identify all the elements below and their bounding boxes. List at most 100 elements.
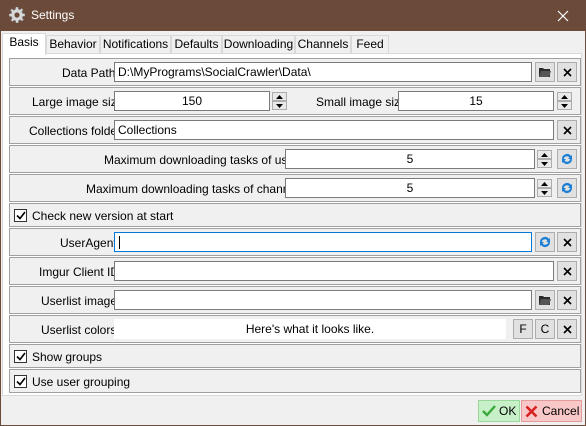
data-path-row: Data Path D:\MyPrograms\SocialCrawler\Da… — [9, 58, 581, 86]
imgur-client-id-input[interactable] — [114, 261, 554, 281]
show-groups-label: Show groups — [32, 350, 103, 364]
clear-icon — [562, 125, 572, 135]
reset-user-agent-button[interactable] — [535, 232, 555, 252]
clear-userlist-colors-button[interactable] — [557, 319, 577, 339]
checkmark-icon — [15, 211, 26, 220]
max-tasks-users-row: Maximum downloading tasks of users 5 — [9, 145, 581, 173]
user-agent-label: UserAgent — [60, 236, 117, 250]
folder-open-icon — [539, 296, 551, 305]
refresh-icon — [562, 183, 572, 193]
userlist-colors-label: Userlist colors — [41, 323, 117, 337]
max-tasks-users-stepper[interactable] — [537, 150, 552, 168]
imgur-client-id-row: Imgur Client ID — [9, 257, 581, 285]
refresh-icon — [540, 237, 550, 247]
reset-max-tasks-channels-button[interactable] — [557, 178, 577, 198]
tab-defaults[interactable]: Defaults — [171, 35, 222, 54]
use-user-grouping-checkbox[interactable] — [14, 375, 27, 388]
spin-down-button[interactable] — [272, 101, 287, 110]
large-image-size-input[interactable]: 150 — [114, 91, 270, 111]
tab-feed[interactable]: Feed — [351, 35, 389, 54]
check-new-version-checkbox[interactable] — [14, 209, 27, 222]
spin-up-button[interactable] — [537, 150, 552, 159]
browse-userlist-image-button[interactable] — [535, 290, 555, 310]
tab-downloading[interactable]: Downloading — [222, 35, 295, 54]
reset-max-tasks-users-button[interactable] — [557, 149, 577, 169]
imgur-client-id-label: Imgur Client ID — [39, 265, 120, 279]
back-color-button[interactable]: C — [535, 319, 555, 339]
show-groups-checkbox[interactable] — [14, 350, 27, 363]
large-image-size-stepper[interactable] — [272, 92, 287, 110]
clear-userlist-image-button[interactable] — [557, 290, 577, 310]
check-new-version-row[interactable]: Check new version at start — [9, 203, 581, 227]
fore-color-button[interactable]: F — [513, 319, 533, 339]
close-window-button[interactable] — [540, 0, 586, 31]
collections-folder-label: Collections folder — [29, 124, 122, 138]
data-path-label: Data Path — [62, 66, 116, 80]
spin-up-button[interactable] — [557, 92, 572, 101]
tab-behavior[interactable]: Behavior — [46, 35, 100, 54]
small-image-size-input[interactable]: 15 — [398, 91, 554, 111]
spin-down-button[interactable] — [537, 159, 552, 168]
clear-user-agent-button[interactable] — [557, 232, 577, 252]
cancel-button-label: Cancel — [542, 404, 580, 418]
max-tasks-users-input[interactable]: 5 — [285, 149, 535, 169]
chevron-down-icon — [561, 103, 568, 108]
checkmark-icon — [15, 377, 26, 386]
userlist-image-input[interactable] — [114, 290, 532, 310]
userlist-colors-row: Userlist colors Here's what it looks lik… — [9, 315, 581, 343]
user-agent-input[interactable] — [114, 232, 532, 252]
checkmark-icon — [482, 405, 496, 417]
close-icon — [557, 10, 569, 21]
clear-icon — [562, 266, 572, 276]
ok-button-label: OK — [499, 404, 517, 418]
max-tasks-users-label: Maximum downloading tasks of users — [104, 153, 305, 167]
tab-notifications[interactable]: Notifications — [100, 35, 171, 54]
user-agent-row: UserAgent — [9, 228, 581, 256]
browse-folder-button[interactable] — [535, 62, 555, 82]
clear-icon — [562, 295, 572, 305]
ok-button[interactable]: OK — [478, 400, 520, 422]
collections-folder-input[interactable]: Collections — [114, 120, 554, 140]
small-image-size-stepper[interactable] — [557, 92, 572, 110]
chevron-down-icon — [276, 103, 283, 108]
chevron-up-icon — [541, 181, 548, 186]
max-tasks-channels-input[interactable]: 5 — [285, 178, 535, 198]
spin-up-button[interactable] — [537, 179, 552, 188]
userlist-image-row: Userlist image — [9, 286, 581, 314]
clear-collections-button[interactable] — [557, 120, 577, 140]
refresh-icon — [562, 154, 572, 164]
clear-data-path-button[interactable] — [557, 62, 577, 82]
max-tasks-channels-stepper[interactable] — [537, 179, 552, 197]
max-tasks-channels-row: Maximum downloading tasks of channels 5 — [9, 174, 581, 202]
chevron-down-icon — [541, 161, 548, 166]
chevron-up-icon — [541, 152, 548, 157]
large-image-size-label: Large image size — [32, 95, 124, 109]
clear-imgur-client-id-button[interactable] — [557, 261, 577, 281]
chevron-down-icon — [541, 190, 548, 195]
cancel-button[interactable]: Cancel — [521, 400, 582, 422]
small-image-size-label: Small image size — [316, 95, 407, 109]
check-new-version-label: Check new version at start — [32, 209, 174, 223]
spin-down-button[interactable] — [557, 101, 572, 110]
title-bar: Settings — [0, 0, 586, 31]
show-groups-row[interactable]: Show groups — [9, 344, 581, 368]
gear-icon — [8, 6, 26, 24]
text-cursor — [119, 236, 120, 249]
tab-channels[interactable]: Channels — [295, 35, 351, 54]
clear-icon — [562, 237, 572, 247]
checkmark-icon — [15, 352, 26, 361]
cancel-icon — [525, 405, 538, 417]
userlist-image-label: Userlist image — [41, 294, 118, 308]
use-user-grouping-label: Use user grouping — [32, 375, 131, 389]
tab-basis[interactable]: Basis — [2, 33, 46, 55]
chevron-up-icon — [561, 94, 568, 99]
tab-page-basis: Data Path D:\MyPrograms\SocialCrawler\Da… — [2, 53, 582, 396]
data-path-input[interactable]: D:\MyPrograms\SocialCrawler\Data\ — [114, 62, 532, 82]
userlist-colors-preview: Here's what it looks like. — [114, 319, 506, 339]
spin-up-button[interactable] — [272, 92, 287, 101]
max-tasks-channels-label: Maximum downloading tasks of channels — [86, 182, 305, 196]
window-title: Settings — [31, 8, 75, 22]
folder-open-icon — [539, 68, 551, 77]
spin-down-button[interactable] — [537, 188, 552, 197]
use-user-grouping-row[interactable]: Use user grouping — [9, 369, 581, 393]
